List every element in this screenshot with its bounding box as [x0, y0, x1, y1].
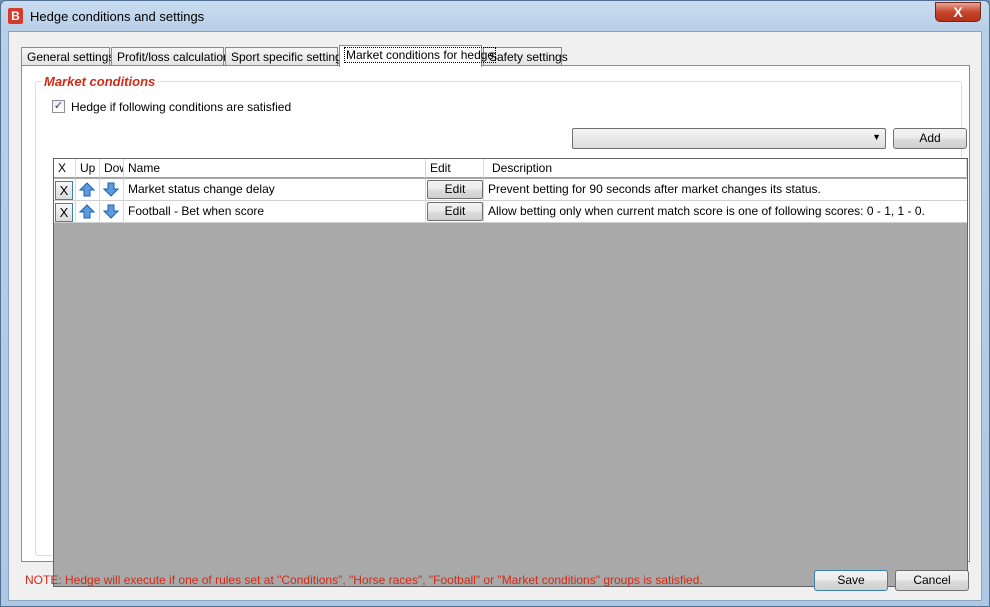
edit-condition-button[interactable]: Edit — [427, 180, 483, 199]
column-header-description: Description — [484, 159, 967, 178]
title-bar: B Hedge conditions and settings X — [1, 1, 989, 31]
footer-note: NOTE: Hedge will execute if one of rules… — [25, 573, 703, 587]
conditions-grid: X Up Down Name Edit Description X — [53, 158, 968, 587]
arrow-up-icon[interactable] — [79, 204, 95, 219]
column-header-name: Name — [124, 159, 426, 178]
condition-description: Allow betting only when current match sc… — [488, 204, 925, 218]
column-header-delete: X — [54, 159, 76, 178]
window-title: Hedge conditions and settings — [30, 9, 205, 24]
edit-cell: Edit — [426, 179, 484, 201]
table-row: X Market status change delay Edit Preven… — [54, 179, 967, 201]
table-row: X Football - Bet when score Edit Allow b… — [54, 201, 967, 223]
save-button[interactable]: Save — [814, 570, 888, 591]
arrow-down-icon[interactable] — [103, 182, 119, 197]
delete-cell: X — [54, 201, 76, 223]
group-title: Market conditions — [42, 74, 158, 89]
tab-panel-market-conditions: Market conditions ✓ Hedge if following c… — [21, 65, 970, 587]
hedge-conditions-checkbox-label: Hedge if following conditions are satisf… — [71, 100, 292, 114]
edit-cell: Edit — [426, 201, 484, 223]
add-condition-button[interactable]: Add — [893, 128, 967, 149]
tab-label: General settings — [27, 50, 115, 64]
condition-name: Football - Bet when score — [124, 201, 426, 223]
chevron-down-icon: ▼ — [872, 132, 881, 142]
app-logo-icon: B — [8, 8, 23, 24]
move-up-cell[interactable] — [76, 201, 100, 223]
delete-cell: X — [54, 179, 76, 201]
column-header-edit: Edit — [426, 159, 484, 178]
dialog-client-area: General settings Profit/loss calculation… — [8, 31, 982, 601]
tab-profit-loss-calculation[interactable]: Profit/loss calculation — [111, 47, 230, 66]
tab-general-settings[interactable]: General settings — [21, 47, 114, 66]
condition-type-dropdown[interactable]: ▼ — [572, 128, 886, 149]
move-down-cell[interactable] — [100, 201, 124, 223]
move-down-cell[interactable] — [100, 179, 124, 201]
tab-label: Safety settings — [489, 50, 568, 64]
tab-label: Sport specific settings — [231, 50, 348, 64]
arrow-up-icon[interactable] — [79, 182, 95, 197]
move-up-cell[interactable] — [76, 179, 100, 201]
tab-label: Market conditions for hedge — [343, 47, 497, 63]
column-header-up: Up — [76, 159, 100, 178]
close-button[interactable]: X — [935, 2, 981, 22]
tab-market-conditions-for-hedge[interactable]: Market conditions for hedge — [339, 45, 497, 67]
dialog-window: B Hedge conditions and settings X Genera… — [0, 0, 990, 607]
cancel-button[interactable]: Cancel — [895, 570, 969, 591]
column-header-down: Down — [100, 159, 124, 178]
edit-condition-button[interactable]: Edit — [427, 202, 483, 221]
arrow-down-icon[interactable] — [103, 204, 119, 219]
condition-name: Market status change delay — [124, 179, 426, 201]
condition-description: Prevent betting for 90 seconds after mar… — [488, 182, 821, 196]
delete-row-button[interactable]: X — [55, 181, 73, 200]
grid-header: X Up Down Name Edit Description — [54, 159, 967, 178]
tab-sport-specific-settings[interactable]: Sport specific settings — [225, 47, 348, 66]
hedge-conditions-checkbox[interactable]: ✓ — [52, 100, 65, 113]
delete-row-button[interactable]: X — [55, 203, 73, 222]
tab-label: Profit/loss calculation — [117, 50, 230, 64]
